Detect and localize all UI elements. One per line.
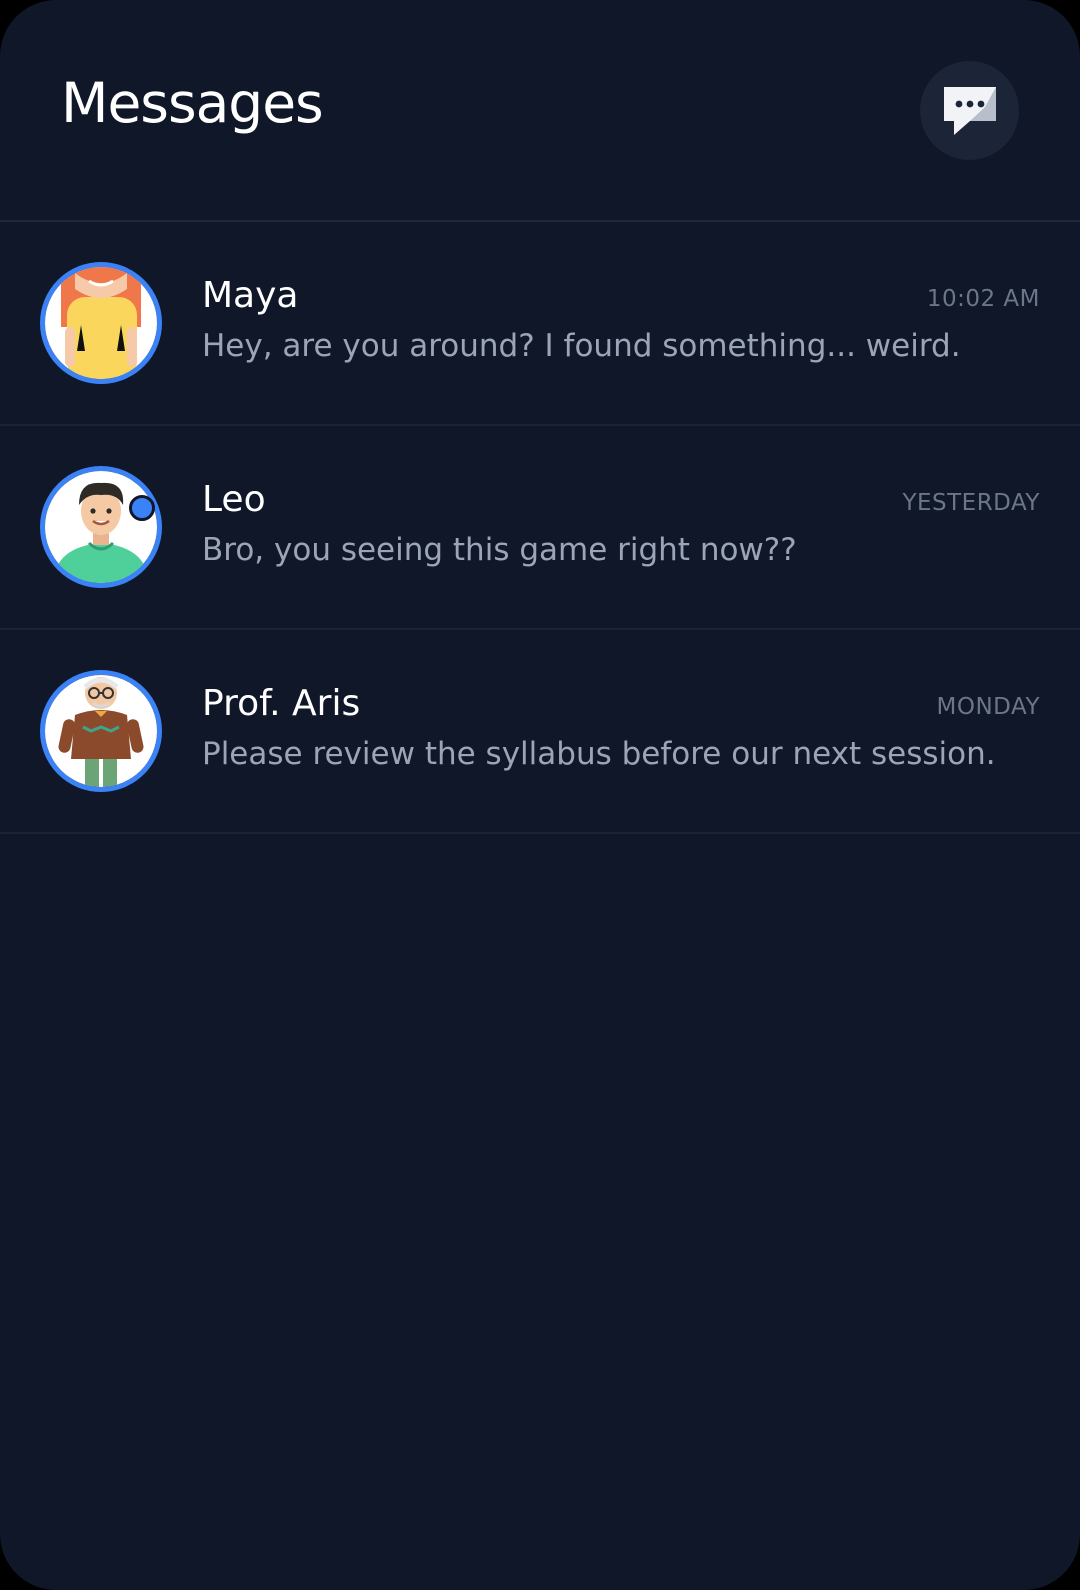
conversation-row-leo[interactable]: Leo YESTERDAY Bro, you seeing this game …	[0, 426, 1080, 630]
conversation-list: Maya 10:02 AM Hey, are you around? I fou…	[0, 222, 1080, 834]
header: Messages	[0, 0, 1080, 222]
leo-avatar	[40, 466, 162, 588]
page-title: Messages	[61, 71, 324, 135]
maya-avatar	[40, 262, 162, 384]
message-time: YESTERDAY	[902, 490, 1040, 516]
online-status-indicator	[129, 495, 155, 521]
conversation-row-maya[interactable]: Maya 10:02 AM Hey, are you around? I fou…	[0, 222, 1080, 426]
message-preview: Hey, are you around? I found something..…	[202, 328, 961, 364]
leo-avatar-image	[45, 471, 157, 583]
prof-aris-avatar-image	[45, 675, 157, 787]
messages-screen: Messages Maya 10:02 AM Hey, are you arou…	[0, 0, 1080, 1590]
message-time: 10:02 AM	[926, 286, 1040, 312]
message-time: MONDAY	[936, 694, 1040, 720]
new-message-button[interactable]	[920, 61, 1019, 160]
message-preview: Bro, you seeing this game right now??	[202, 532, 797, 568]
prof-aris-avatar	[40, 670, 162, 792]
contact-name: Maya	[202, 275, 299, 316]
contact-name: Leo	[202, 479, 266, 520]
contact-name: Prof. Aris	[202, 683, 361, 724]
message-preview: Please review the syllabus before our ne…	[202, 736, 996, 772]
maya-avatar-image	[45, 267, 157, 379]
chat-bubble-icon	[943, 86, 996, 135]
conversation-row-prof-aris[interactable]: Prof. Aris MONDAY Please review the syll…	[0, 630, 1080, 834]
